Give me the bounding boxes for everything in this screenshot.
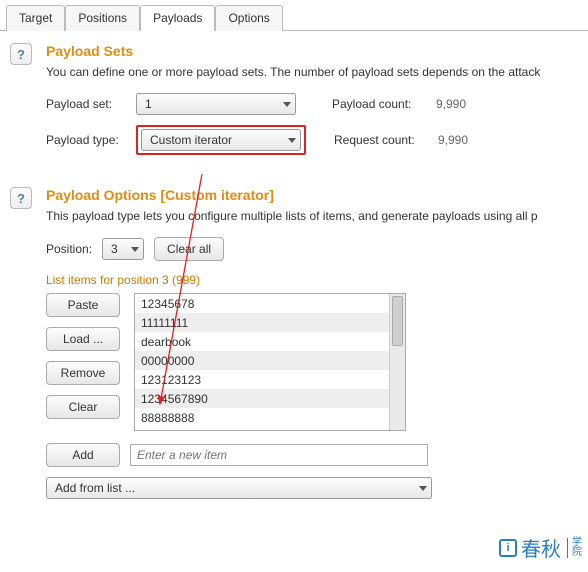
scrollbar[interactable] [389, 294, 405, 430]
help-button-sets[interactable]: ? [10, 43, 32, 65]
scroll-thumb[interactable] [392, 296, 403, 346]
chevron-down-icon [419, 486, 427, 491]
tab-positions[interactable]: Positions [65, 5, 140, 31]
request-count-label: Request count: [334, 133, 434, 147]
tab-target[interactable]: Target [6, 5, 65, 31]
tab-bar: Target Positions Payloads Options [0, 0, 588, 31]
chevron-down-icon [131, 247, 139, 252]
watermark: i 春秋 学院 [499, 533, 582, 562]
add-from-list-select[interactable]: Add from list ... [46, 477, 432, 499]
help-button-options[interactable]: ? [10, 187, 32, 209]
items-listbox[interactable]: 12345678 11111111 dearbook 00000000 1231… [134, 293, 406, 431]
tab-options[interactable]: Options [215, 5, 282, 31]
payload-options-desc: This payload type lets you configure mul… [46, 209, 578, 223]
clear-all-button[interactable]: Clear all [154, 237, 224, 261]
list-item[interactable]: 11111111 [135, 313, 389, 332]
payload-options-title: Payload Options [Custom iterator] [46, 187, 578, 203]
list-item[interactable]: 123123123 [135, 370, 389, 389]
payload-set-label: Payload set: [46, 97, 136, 111]
payload-count-value: 9,990 [432, 96, 470, 112]
tab-payloads[interactable]: Payloads [140, 5, 215, 31]
watermark-brand: 春秋 [521, 533, 561, 562]
add-from-list-value: Add from list ... [55, 481, 135, 495]
position-value: 3 [111, 242, 118, 256]
list-item[interactable]: 88888888 [135, 408, 389, 427]
section-payload-options: ? Payload Options [Custom iterator] This… [0, 163, 588, 503]
clear-button[interactable]: Clear [46, 395, 120, 419]
payload-type-highlight: Custom iterator [136, 125, 306, 155]
list-item[interactable]: dearbook [135, 332, 389, 351]
request-count-value: 9,990 [434, 132, 472, 148]
add-button[interactable]: Add [46, 443, 120, 467]
paste-button[interactable]: Paste [46, 293, 120, 317]
list-item[interactable]: 1234567890 [135, 389, 389, 408]
payload-sets-desc: You can define one or more payload sets.… [46, 65, 578, 79]
position-label: Position: [46, 242, 92, 256]
payload-set-select[interactable]: 1 [136, 93, 296, 115]
payload-type-value: Custom iterator [150, 133, 232, 147]
chevron-down-icon [288, 138, 296, 143]
new-item-input[interactable] [130, 444, 428, 466]
load-button[interactable]: Load ... [46, 327, 120, 351]
payload-set-value: 1 [145, 97, 152, 111]
chevron-down-icon [283, 102, 291, 107]
payload-count-label: Payload count: [332, 97, 432, 111]
section-payload-sets: ? Payload Sets You can define one or mor… [0, 31, 588, 163]
list-item[interactable]: 12345678 [135, 294, 389, 313]
list-item[interactable]: 00000000 [135, 351, 389, 370]
list-items-heading: List items for position 3 (999) [46, 273, 578, 287]
watermark-logo-icon: i [499, 539, 517, 557]
remove-button[interactable]: Remove [46, 361, 120, 385]
payload-sets-title: Payload Sets [46, 43, 578, 59]
payload-type-label: Payload type: [46, 133, 136, 147]
position-select[interactable]: 3 [102, 238, 144, 260]
watermark-sub: 学院 [567, 538, 582, 558]
payload-type-select[interactable]: Custom iterator [141, 129, 301, 151]
